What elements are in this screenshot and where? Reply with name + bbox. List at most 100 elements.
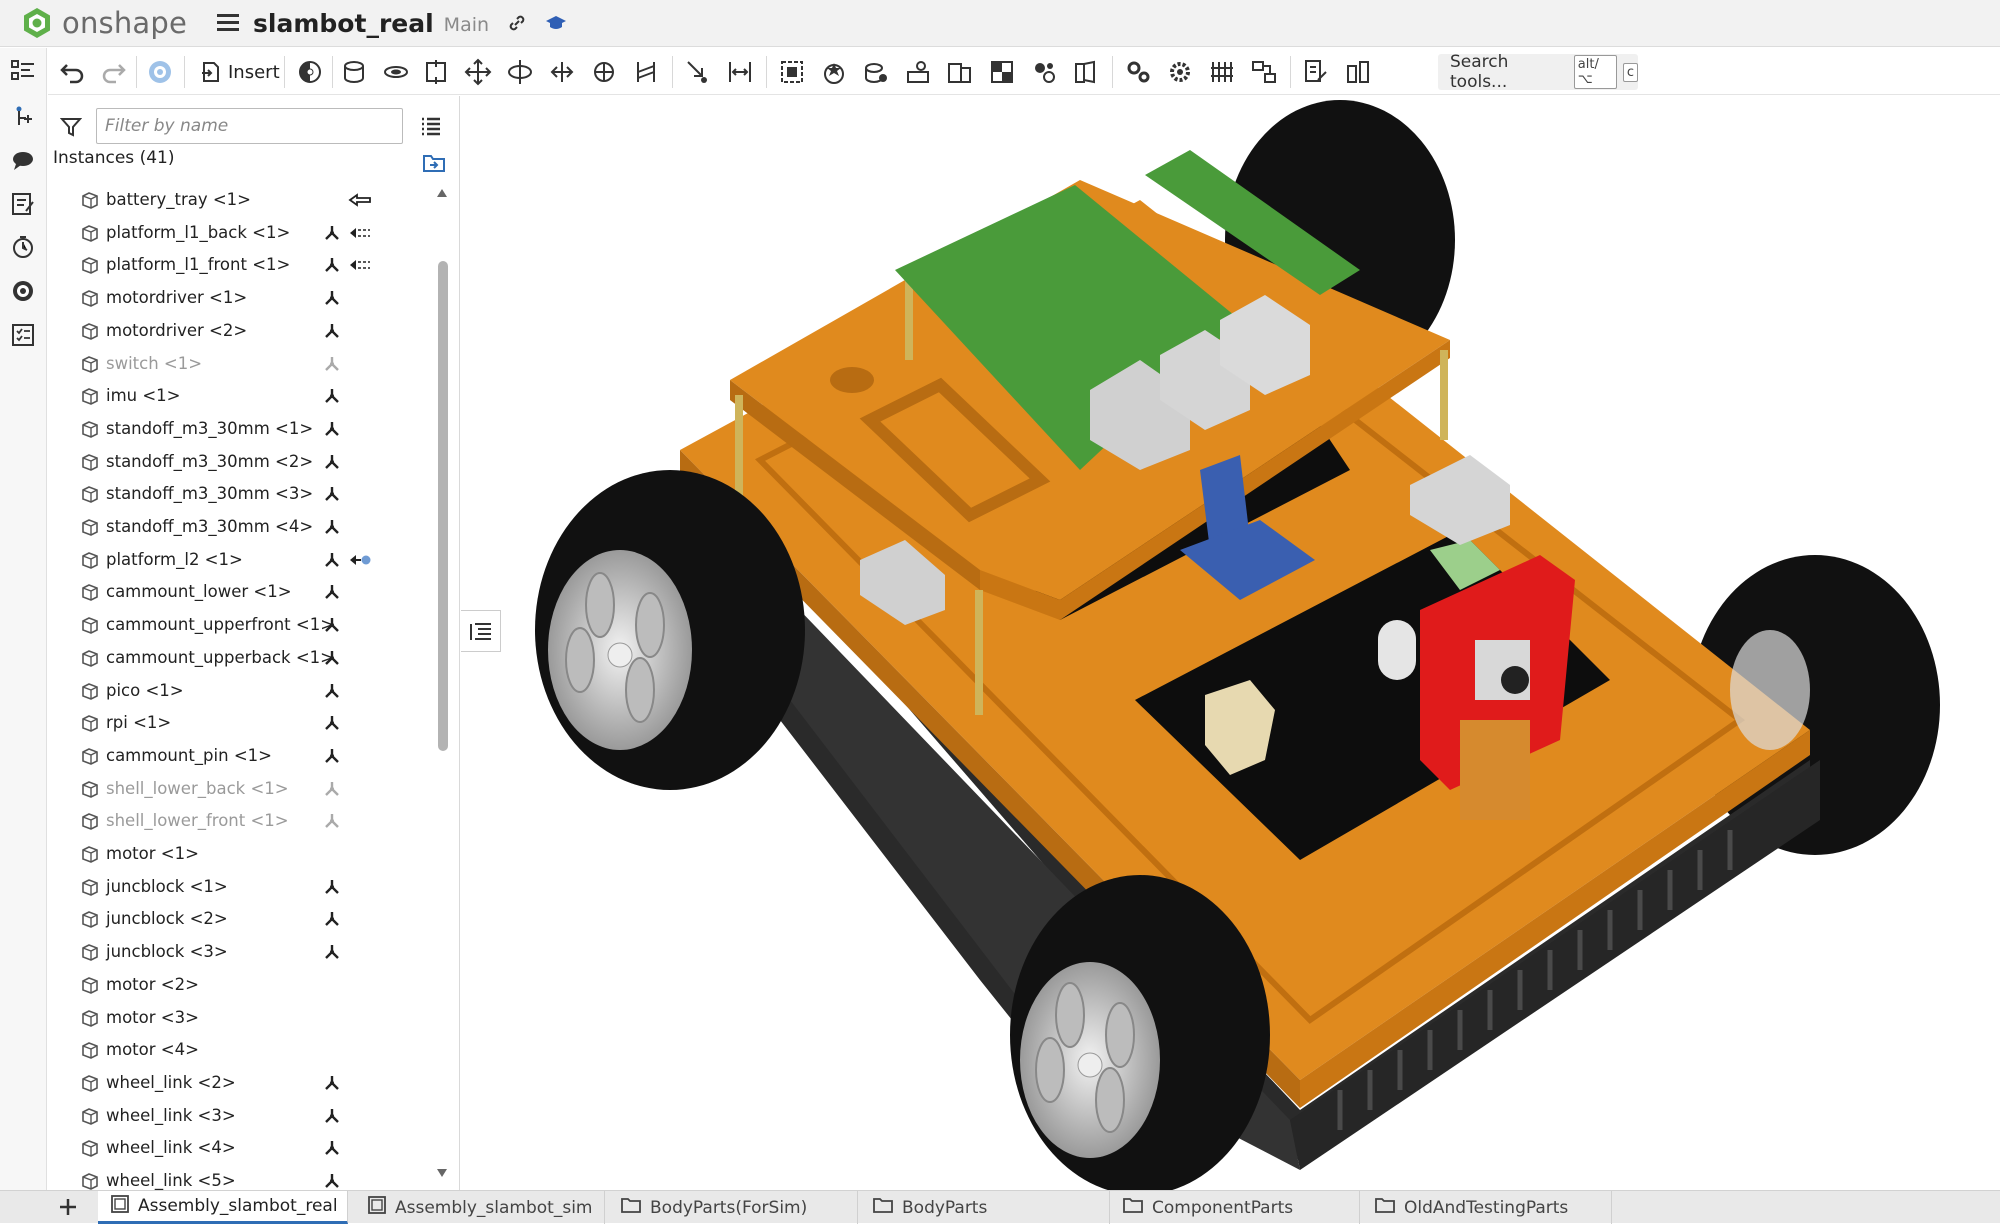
instance-row[interactable]: platform_l1_front <1> [48, 249, 448, 281]
mate-connector-icon[interactable] [322, 811, 342, 831]
cylindrical-mate-icon[interactable] [506, 58, 534, 86]
mate-relation-icon[interactable] [862, 58, 890, 86]
configuration-icon[interactable] [1124, 58, 1152, 86]
insert-button[interactable]: Insert [194, 57, 286, 87]
tab-oldandtestingparts[interactable]: OldAndTestingParts [1362, 1191, 1612, 1224]
instance-row[interactable]: imu <1> [48, 380, 448, 412]
instance-row[interactable]: juncblock <1> [48, 871, 448, 903]
mate-dashed-arrow-icon[interactable] [348, 257, 372, 276]
add-folder-icon[interactable] [422, 152, 446, 174]
instance-row[interactable]: motor <2> [48, 969, 448, 1001]
group-icon[interactable] [778, 58, 806, 86]
scrollbar-thumb[interactable] [438, 261, 448, 751]
mate-connector-icon[interactable] [322, 648, 342, 668]
mate-connector-icon[interactable] [322, 582, 342, 602]
mate-connector-icon[interactable] [322, 452, 342, 472]
fastened-mate-icon[interactable] [340, 58, 368, 86]
instance-row[interactable]: platform_l1_back <1> [48, 217, 448, 249]
instance-row[interactable]: cammount_upperfront <1> [48, 609, 448, 641]
instance-row[interactable]: motor <3> [48, 1002, 448, 1034]
release-icon[interactable] [146, 58, 174, 86]
instance-row[interactable]: pico <1> [48, 675, 448, 707]
mate-connector-icon[interactable] [322, 386, 342, 406]
instance-row[interactable]: motor <1> [48, 838, 448, 870]
instance-row[interactable]: motordriver <2> [48, 315, 448, 347]
bom-grid-icon[interactable] [1208, 58, 1236, 86]
mate-connector-icon[interactable] [322, 321, 342, 341]
list-view-icon[interactable] [420, 116, 442, 136]
mate-connector-icon[interactable] [322, 223, 342, 243]
mate-dashed-arrow-icon[interactable] [348, 225, 372, 244]
scroll-up-arrow-icon[interactable] [436, 188, 448, 198]
history-clock-icon[interactable] [10, 234, 36, 260]
collapse-panel-button[interactable] [461, 610, 501, 652]
mate-connector-icon[interactable] [322, 713, 342, 733]
mate-connector-icon[interactable] [322, 746, 342, 766]
instance-row[interactable]: platform_l2 <1> [48, 544, 448, 576]
mate-connector-icon[interactable] [322, 615, 342, 635]
redo-icon[interactable] [100, 58, 128, 86]
mate-arrow-dot-icon[interactable] [348, 552, 372, 571]
add-tab-plus-icon[interactable] [58, 1197, 78, 1217]
onshape-logo[interactable]: onshape [20, 6, 187, 40]
exploded-view-icon[interactable] [1030, 58, 1058, 86]
menu-icon[interactable] [217, 14, 240, 32]
document-title[interactable]: slambot_real [253, 9, 434, 38]
mate-connector-icon[interactable] [296, 58, 324, 86]
instance-row[interactable]: cammount_upperback <1> [48, 642, 448, 674]
tangent-mate-icon[interactable] [684, 58, 712, 86]
instance-row[interactable]: standoff_m3_30mm <1> [48, 413, 448, 445]
instance-row[interactable]: wheel_link <4> [48, 1132, 448, 1164]
search-tools-button[interactable]: Search tools... alt/⌥ c [1438, 52, 1638, 92]
workspace-name[interactable]: Main [444, 14, 489, 36]
instance-row[interactable]: cammount_lower <1> [48, 576, 448, 608]
instance-row[interactable]: switch <1> [48, 348, 448, 380]
mate-connector-icon[interactable] [322, 779, 342, 799]
planar-mate-icon[interactable] [464, 58, 492, 86]
instance-row[interactable]: standoff_m3_30mm <2> [48, 446, 448, 478]
measure-icon[interactable] [1344, 58, 1372, 86]
instance-row[interactable]: juncblock <3> [48, 936, 448, 968]
comments-icon[interactable] [10, 148, 36, 174]
instance-row[interactable]: motor <4> [48, 1034, 448, 1066]
mate-connector-icon[interactable] [322, 288, 342, 308]
tab-bodyparts[interactable]: BodyParts [860, 1191, 1110, 1224]
mate-connector-icon[interactable] [322, 1138, 342, 1158]
rack-pinion-icon[interactable] [946, 58, 974, 86]
replicate-icon[interactable] [820, 58, 848, 86]
tab-assembly-slambot-sim[interactable]: Assembly_slambot_sim [355, 1191, 605, 1224]
mate-connector-icon[interactable] [322, 909, 342, 929]
mate-connector-icon[interactable] [322, 484, 342, 504]
settings-gear-icon[interactable] [1166, 58, 1194, 86]
mate-connector-icon[interactable] [322, 419, 342, 439]
pin-slot-mate-icon[interactable] [548, 58, 576, 86]
section-view-icon[interactable] [988, 58, 1016, 86]
width-mate-icon[interactable] [726, 58, 754, 86]
gear-relation-icon[interactable] [904, 58, 932, 86]
tab-componentparts[interactable]: ComponentParts [1110, 1191, 1360, 1224]
mate-connector-icon[interactable] [322, 877, 342, 897]
education-cap-icon[interactable] [545, 13, 567, 33]
filter-icon[interactable] [60, 116, 82, 138]
ball-mate-icon[interactable] [590, 58, 618, 86]
robot-3d-model[interactable] [461, 96, 2000, 1190]
slider-mate-icon[interactable] [422, 58, 450, 86]
instance-row[interactable]: rpi <1> [48, 707, 448, 739]
export-icon[interactable] [1302, 58, 1330, 86]
tab-assembly-slambot-real[interactable]: Assembly_slambot_real [98, 1191, 348, 1224]
filter-by-name-input[interactable] [96, 108, 403, 144]
feature-list-icon[interactable] [10, 58, 36, 84]
instance-row[interactable]: wheel_link <2> [48, 1067, 448, 1099]
mate-connector-icon[interactable] [322, 354, 342, 374]
mate-connector-icon[interactable] [322, 517, 342, 537]
mate-connector-icon[interactable] [322, 255, 342, 275]
mate-connector-icon[interactable] [322, 550, 342, 570]
instance-row[interactable]: cammount_pin <1> [48, 740, 448, 772]
instance-row[interactable]: shell_lower_back <1> [48, 773, 448, 805]
notes-icon[interactable] [10, 191, 36, 217]
mate-connector-icon[interactable] [322, 1171, 342, 1191]
instance-row[interactable]: shell_lower_front <1> [48, 805, 448, 837]
instance-row[interactable]: battery_tray <1> [48, 184, 448, 216]
instance-row[interactable]: standoff_m3_30mm <3> [48, 478, 448, 510]
link-icon[interactable] [507, 13, 527, 33]
